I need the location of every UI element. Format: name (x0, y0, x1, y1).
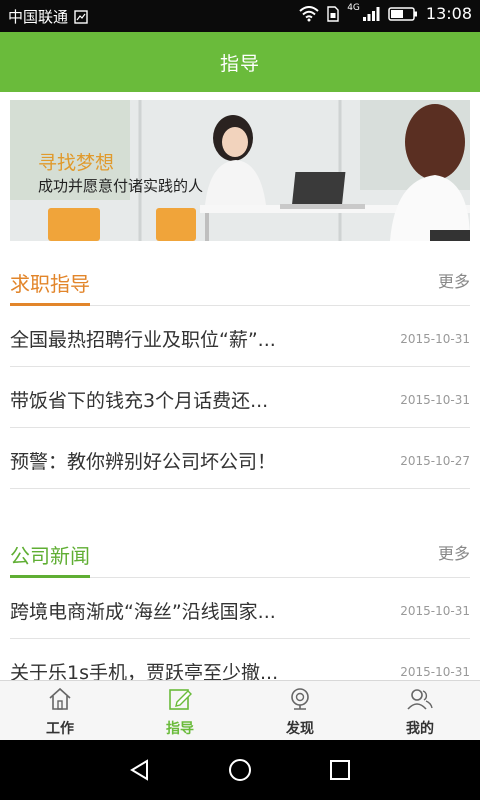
edit-icon (167, 687, 193, 715)
status-bar: 中国联通 4G 13:08 (0, 0, 480, 32)
list-item-title: 全国最热招聘行业及职位“薪”... (10, 329, 276, 351)
banner-title: 寻找梦想 (38, 152, 115, 174)
list-item-title: 预警：教你辨别好公司坏公司！ (10, 451, 277, 473)
tab-label: 发现 (286, 721, 314, 737)
list-item[interactable]: 全国最热招聘行业及职位“薪”... 2015-10-31 (10, 306, 470, 367)
tab-label: 我的 (406, 721, 434, 737)
section-header-job-guidance: 求职指导 更多 (10, 256, 470, 306)
banner-subtitle: 成功并愿意付诸实践的人 (38, 177, 204, 195)
list-item-title: 带饭省下的钱充3个月话费还... (10, 390, 269, 412)
system-nav-bar (0, 740, 480, 800)
tab-work[interactable]: 工作 (0, 681, 120, 740)
more-link[interactable]: 更多 (438, 540, 470, 564)
section-title: 公司新闻 (10, 540, 90, 578)
image-icon (74, 9, 88, 24)
status-right: 4G 13:08 (299, 2, 472, 23)
network-type-label: 4G (347, 2, 360, 13)
list-item[interactable]: 跨境电商渐成“海丝”沿线国家... 2015-10-31 (10, 578, 470, 639)
status-left: 中国联通 (8, 6, 88, 27)
tab-mine[interactable]: 我的 (360, 681, 480, 740)
list-item-date: 2015-10-31 (400, 393, 470, 407)
section-header-company-news: 公司新闻 更多 (10, 528, 470, 578)
tab-guidance[interactable]: 指导 (120, 681, 240, 740)
list-item[interactable]: 预警：教你辨别好公司坏公司！ 2015-10-27 (10, 428, 470, 489)
users-icon (406, 687, 434, 715)
page-title: 指导 (219, 52, 260, 75)
list-item[interactable]: 带饭省下的钱充3个月话费还... 2015-10-31 (10, 367, 470, 428)
home-circle-icon[interactable] (220, 750, 260, 790)
sim-icon (327, 5, 339, 22)
battery-icon (388, 6, 418, 22)
tab-discover[interactable]: 发现 (240, 681, 360, 740)
tab-label: 工作 (46, 721, 74, 737)
tab-label: 指导 (166, 721, 194, 737)
list-item-date: 2015-10-31 (400, 665, 470, 679)
list-item-date: 2015-10-31 (400, 332, 470, 346)
app-header: 指导 (0, 32, 480, 92)
list-item-date: 2015-10-27 (400, 454, 470, 468)
list-item-date: 2015-10-31 (400, 604, 470, 618)
recents-icon[interactable] (320, 750, 360, 790)
bottom-tab-bar: 工作 指导 发现 我的 (0, 680, 480, 740)
carrier-label: 中国联通 (8, 8, 69, 26)
list-item-title: 跨境电商渐成“海丝”沿线国家... (10, 601, 276, 623)
camera-icon (287, 687, 313, 715)
clock: 13:08 (425, 4, 472, 23)
more-link[interactable]: 更多 (438, 268, 470, 292)
signal-icon (362, 6, 380, 22)
banner[interactable]: 寻找梦想 成功并愿意付诸实践的人 (10, 100, 470, 241)
wifi-icon (299, 5, 319, 22)
back-icon[interactable] (120, 750, 160, 790)
section-title: 求职指导 (10, 268, 90, 306)
home-icon (47, 687, 73, 715)
